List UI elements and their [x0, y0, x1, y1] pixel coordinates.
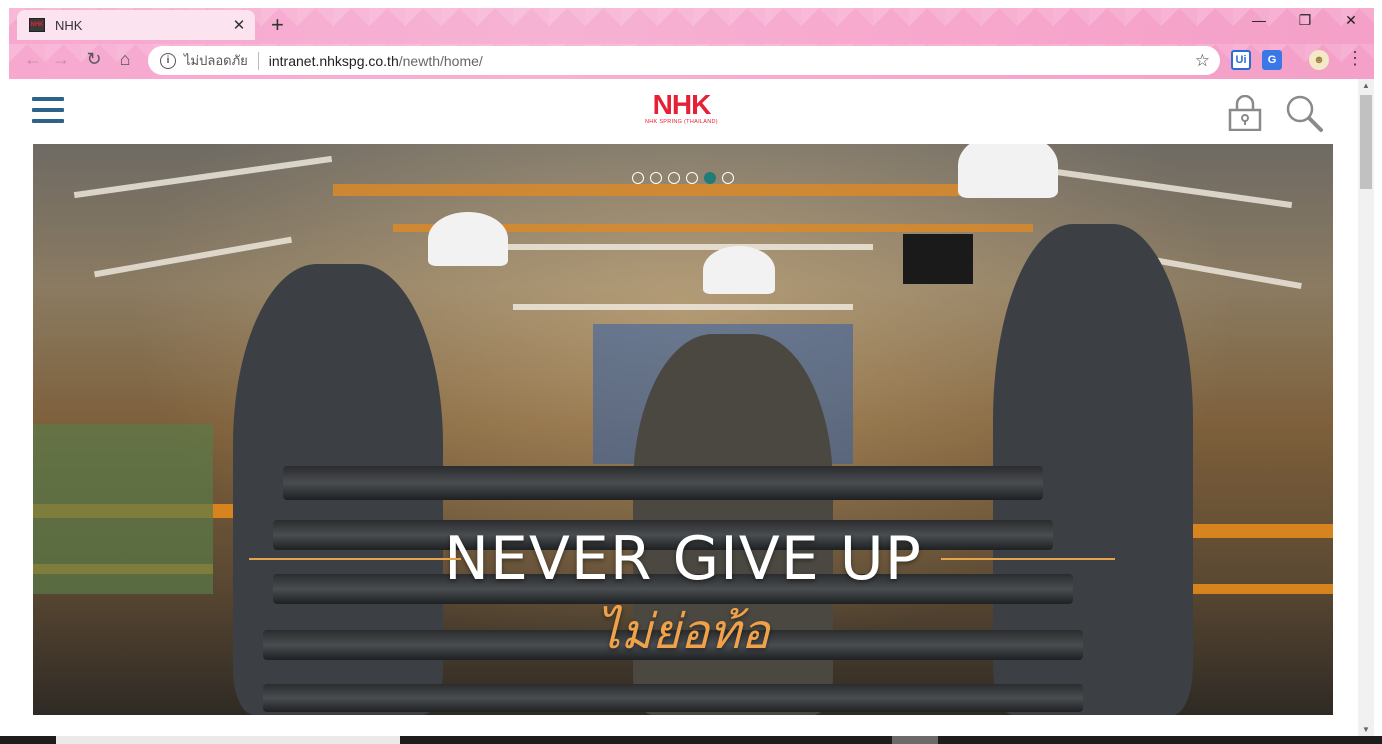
browser-tab[interactable]: NHK NHK ✕ [17, 10, 255, 40]
scroll-up-icon[interactable]: ▲ [1362, 81, 1370, 90]
home-icon[interactable]: ⌂ [113, 49, 137, 70]
restore-button[interactable]: ❐ [1282, 12, 1328, 29]
browser-toolbar: ← → ↻ ⌂ i ไม่ปลอดภัย intranet.nhkspg.co.… [9, 42, 1374, 79]
site-header: NHK NHK SPRING (THAILAND) [9, 79, 1358, 144]
nhk-favicon-icon: NHK [29, 18, 45, 32]
helmet-left [428, 212, 508, 266]
url-path: /newth/home/ [398, 52, 483, 69]
minimize-button[interactable]: — [1236, 12, 1282, 28]
scroll-thumb[interactable] [1360, 95, 1372, 189]
hero-slogan: NEVER GIVE UP ไม่ย่อท้อ [33, 524, 1333, 660]
browser-menu-icon[interactable]: ⋮ [1346, 48, 1364, 69]
logo-subtitle: NHK SPRING (THAILAND) [645, 119, 718, 125]
url-host: intranet.nhkspg.co.th [268, 52, 399, 69]
web-page: NEVER GIVE UP ไม่ย่อท้อ NHK NHK SPRING (… [9, 79, 1358, 736]
slogan-line-right [941, 558, 1115, 560]
lock-icon[interactable] [1228, 95, 1262, 131]
slider-dot-4[interactable] [686, 172, 698, 184]
profile-avatar-icon[interactable]: ☻ [1309, 50, 1329, 70]
slider-dot-6[interactable] [722, 172, 734, 184]
close-window-button[interactable]: ✕ [1328, 12, 1374, 29]
tab-title: NHK [55, 17, 83, 33]
security-label: ไม่ปลอดภัย [184, 53, 248, 68]
translate-extension-icon[interactable]: G [1262, 50, 1282, 70]
forward-arrow-icon[interactable]: → [49, 49, 73, 70]
logo-text: NHK [652, 89, 712, 120]
close-tab-icon[interactable]: ✕ [231, 16, 247, 34]
taskbar [0, 736, 1382, 744]
slogan-line-left [249, 558, 461, 560]
nhk-logo[interactable]: NHK NHK SPRING (THAILAND) [645, 89, 718, 126]
slider-dot-2[interactable] [650, 172, 662, 184]
uipath-extension-icon[interactable]: Ui [1231, 50, 1251, 70]
reload-icon[interactable]: ↻ [82, 49, 106, 70]
address-bar[interactable]: i ไม่ปลอดภัย intranet.nhkspg.co.th/newth… [148, 46, 1220, 75]
slogan-english: NEVER GIVE UP [444, 524, 922, 594]
search-icon[interactable] [1284, 93, 1324, 133]
hero-slider[interactable]: NEVER GIVE UP ไม่ย่อท้อ [33, 144, 1333, 715]
divider [257, 51, 259, 70]
slider-dot-1[interactable] [632, 172, 644, 184]
info-icon[interactable]: i [160, 52, 176, 69]
slider-dot-5[interactable] [704, 172, 716, 184]
slider-dot-3[interactable] [668, 172, 680, 184]
back-arrow-icon[interactable]: ← [21, 49, 45, 70]
scroll-down-icon[interactable]: ▼ [1362, 725, 1370, 734]
hamburger-menu-icon[interactable] [32, 97, 64, 125]
browser-chrome: NHK NHK ✕ + — ❐ ✕ ← → ↻ ⌂ i ไม่ปลอดภัย i… [9, 8, 1374, 79]
slogan-thai: ไม่ย่อท้อ [596, 604, 770, 660]
page-scrollbar[interactable]: ▲ ▼ [1358, 79, 1374, 736]
bookmark-star-icon[interactable]: ☆ [1195, 51, 1210, 71]
new-tab-button[interactable]: + [271, 12, 284, 38]
helmet-right [958, 144, 1058, 198]
helmet-center [703, 246, 775, 294]
leaf-spring [283, 466, 1043, 500]
slider-pagination [632, 172, 734, 184]
